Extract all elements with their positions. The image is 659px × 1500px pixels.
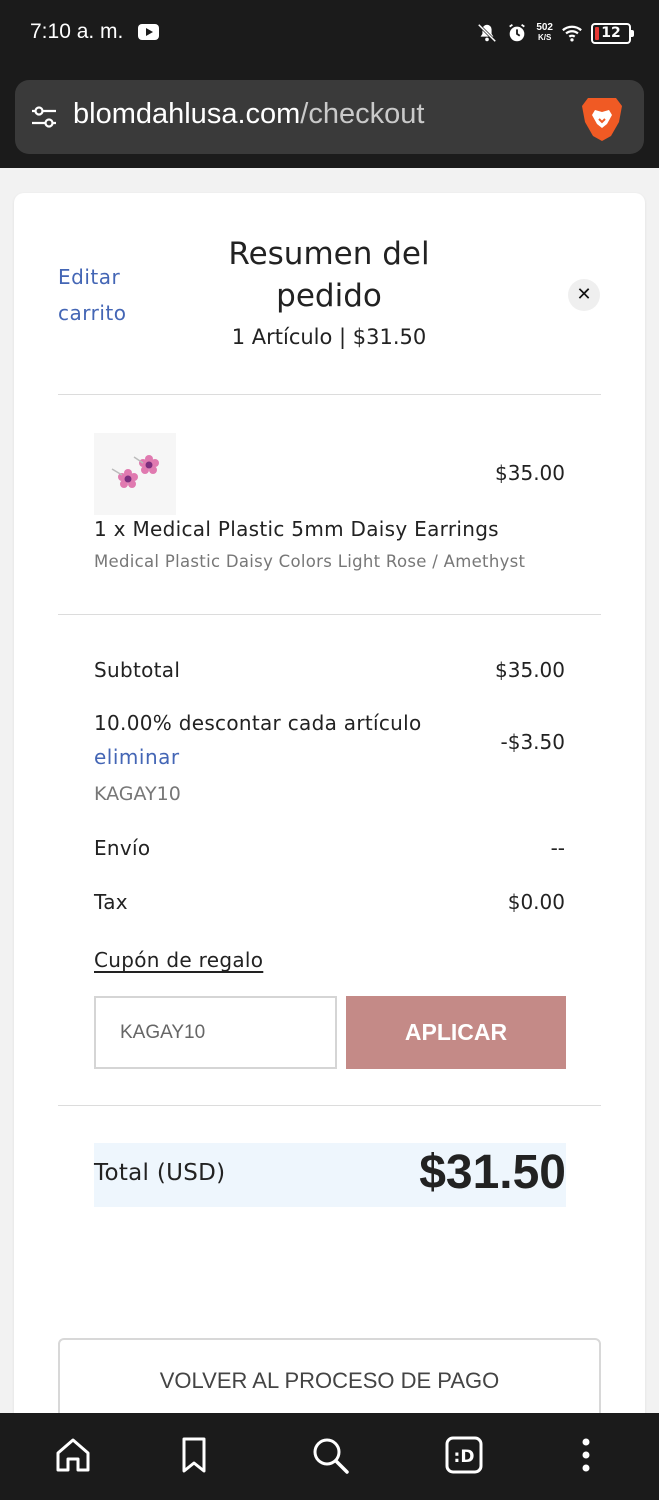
bookmark-icon[interactable]	[174, 1435, 214, 1475]
page-title: Resumen del pedido	[228, 236, 430, 314]
divider	[58, 394, 601, 395]
brave-icon[interactable]	[580, 94, 624, 142]
product-variant: Medical Plastic Daisy Colors Light Rose …	[94, 552, 526, 571]
status-icons: 502 K/S 12	[476, 18, 634, 48]
browser-bottom-nav: :D	[0, 1413, 659, 1500]
shipping-label: Envío	[94, 836, 151, 860]
product-price: $35.00	[495, 461, 565, 485]
home-icon[interactable]	[53, 1435, 93, 1475]
tune-icon[interactable]	[29, 102, 59, 132]
tax-label: Tax	[94, 890, 128, 914]
product-image	[94, 433, 176, 515]
status-time: 7:10 a. m.	[30, 20, 124, 43]
order-total: Total (USD) $31.50	[94, 1143, 566, 1207]
divider	[58, 1105, 601, 1106]
gift-coupon-link[interactable]: Cupón de regalo	[94, 948, 263, 972]
url-host: blomdahlusa.com	[73, 98, 301, 130]
battery-icon: 12	[591, 22, 634, 44]
edit-cart-link[interactable]: Editar carrito	[58, 259, 168, 331]
more-icon[interactable]	[566, 1435, 606, 1475]
total-value: $31.50	[419, 1146, 566, 1199]
apply-coupon-button[interactable]: APLICAR	[346, 996, 566, 1069]
earrings-image	[111, 455, 159, 488]
subtotal-label: Subtotal	[94, 658, 181, 682]
url-text[interactable]: blomdahlusa.com/checkout	[73, 98, 424, 131]
divider	[58, 614, 601, 615]
search-icon[interactable]	[310, 1435, 350, 1475]
close-icon: ✕	[576, 284, 592, 305]
discount-label: 10.00% descontar cada artículo	[94, 711, 422, 735]
network-speed-value: 502	[536, 22, 553, 33]
svg-text::D: :D	[454, 1447, 475, 1467]
status-bar: 7:10 a. m. 502 K/S 12	[0, 0, 659, 66]
address-bar[interactable]: blomdahlusa.com/checkout	[15, 80, 644, 154]
discount-code: KAGAY10	[94, 783, 181, 805]
order-count-total: 1 Artículo | $31.50	[231, 325, 427, 349]
order-summary-card: Editar carrito Resumen del pedido 1 Artí…	[14, 193, 645, 1493]
alarm-icon	[509, 23, 526, 42]
subtotal-value: $35.00	[495, 658, 565, 682]
close-button[interactable]: ✕	[568, 279, 600, 311]
discount-value: -$3.50	[500, 730, 565, 754]
total-label: Total (USD)	[94, 1160, 226, 1186]
network-speed-unit: K/S	[537, 33, 552, 42]
tax-value: $0.00	[507, 890, 565, 914]
tabs-icon[interactable]: :D	[444, 1435, 484, 1475]
youtube-icon	[138, 24, 159, 40]
network-speed: 502 K/S	[536, 23, 553, 43]
coupon-input[interactable]: KAGAY10	[94, 996, 337, 1069]
remove-discount-link[interactable]: eliminar	[94, 745, 180, 769]
wifi-icon	[562, 25, 582, 42]
shipping-value: --	[550, 836, 565, 860]
battery-level: 12	[601, 25, 621, 41]
mute-icon	[478, 23, 497, 43]
url-path: /checkout	[300, 98, 425, 130]
product-name: 1 x Medical Plastic 5mm Daisy Earrings	[94, 517, 499, 541]
browser-toolbar: blomdahlusa.com/checkout	[0, 66, 659, 168]
